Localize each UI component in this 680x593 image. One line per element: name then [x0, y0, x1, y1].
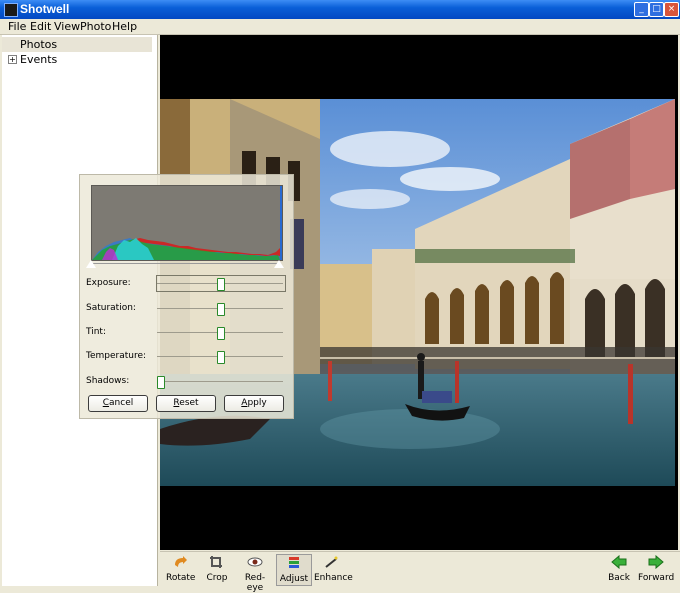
minimize-button[interactable]: _: [634, 2, 649, 17]
exposure-label: Exposure:: [86, 278, 131, 288]
forward-label: Forward: [638, 573, 675, 583]
bottom-toolbar: Rotate Crop Red-eye Adjust Enhance Back …: [160, 551, 680, 593]
rotate-icon: [175, 556, 187, 567]
red-eye-label: Red-eye: [244, 573, 266, 593]
sidebar-item-label: Events: [20, 53, 58, 66]
app-icon: [4, 3, 18, 17]
adjust-button[interactable]: Adjust: [276, 554, 312, 586]
crop-icon: [210, 556, 222, 568]
arrow-right-icon: [648, 554, 664, 570]
rotate-label: Rotate: [166, 573, 196, 583]
histogram-graph: [92, 186, 282, 260]
menu-edit[interactable]: Edit: [30, 20, 51, 33]
histogram-range-track: [91, 263, 281, 264]
cancel-button-label: Cancel: [102, 398, 134, 408]
tint-label: Tint:: [86, 327, 106, 337]
adjust-icon: [289, 557, 299, 568]
crop-button[interactable]: Crop: [206, 554, 228, 584]
title-bar: Shotwell _ □ ×: [0, 0, 680, 19]
rotate-button[interactable]: Rotate: [166, 554, 196, 584]
histogram-left-handle[interactable]: [86, 260, 96, 268]
histogram-right-handle[interactable]: [274, 260, 284, 268]
cancel-button[interactable]: Cancel: [88, 395, 148, 412]
menu-photo[interactable]: Photo: [80, 20, 111, 33]
apply-button[interactable]: Apply: [224, 395, 284, 412]
red-eye-button[interactable]: Red-eye: [238, 554, 272, 593]
adjust-panel: Exposure: Saturation: Tint: Temperature:…: [79, 174, 294, 419]
temperature-slider-row: Temperature:: [80, 348, 293, 366]
histogram: [91, 185, 283, 261]
exposure-slider-thumb[interactable]: [217, 278, 225, 291]
sidebar-item-photos[interactable]: Photos: [2, 37, 152, 52]
arrow-left-icon: [611, 554, 627, 570]
maximize-button[interactable]: □: [649, 2, 664, 17]
close-button[interactable]: ×: [664, 2, 679, 17]
shadows-slider-thumb[interactable]: [157, 376, 165, 389]
tint-slider-thumb[interactable]: [217, 327, 225, 340]
menu-file[interactable]: File: [8, 20, 26, 33]
shadows-label: Shadows:: [86, 376, 130, 386]
saturation-slider-thumb[interactable]: [217, 303, 225, 316]
window-title: Shotwell: [20, 2, 70, 16]
back-button[interactable]: Back: [607, 554, 631, 584]
tint-slider-row: Tint:: [80, 324, 293, 342]
back-label: Back: [608, 573, 630, 583]
eye-icon: [247, 557, 263, 567]
expand-icon[interactable]: +: [8, 55, 17, 64]
enhance-button[interactable]: Enhance: [314, 554, 353, 584]
menu-help[interactable]: Help: [112, 20, 137, 33]
magic-wand-icon: [325, 556, 338, 568]
sidebar-item-events[interactable]: + Events: [2, 52, 152, 67]
sidebar-item-label: Photos: [20, 38, 58, 51]
saturation-label: Saturation:: [86, 303, 136, 313]
temperature-label: Temperature:: [86, 351, 147, 361]
shadows-slider-row: Shadows:: [80, 373, 293, 391]
menu-bar: File Edit View Photo Help: [0, 19, 680, 35]
apply-button-label: Apply: [241, 398, 267, 408]
menu-view[interactable]: View: [54, 20, 80, 33]
shadows-slider[interactable]: [157, 381, 283, 382]
reset-button[interactable]: Reset: [156, 395, 216, 412]
adjust-label: Adjust: [279, 574, 309, 584]
exposure-slider-row: Exposure:: [80, 275, 293, 293]
forward-button[interactable]: Forward: [638, 554, 674, 584]
enhance-label: Enhance: [314, 573, 353, 583]
reset-button-label: Reset: [173, 398, 199, 408]
crop-label: Crop: [206, 573, 228, 583]
saturation-slider-row: Saturation:: [80, 300, 293, 318]
temperature-slider-thumb[interactable]: [217, 351, 225, 364]
